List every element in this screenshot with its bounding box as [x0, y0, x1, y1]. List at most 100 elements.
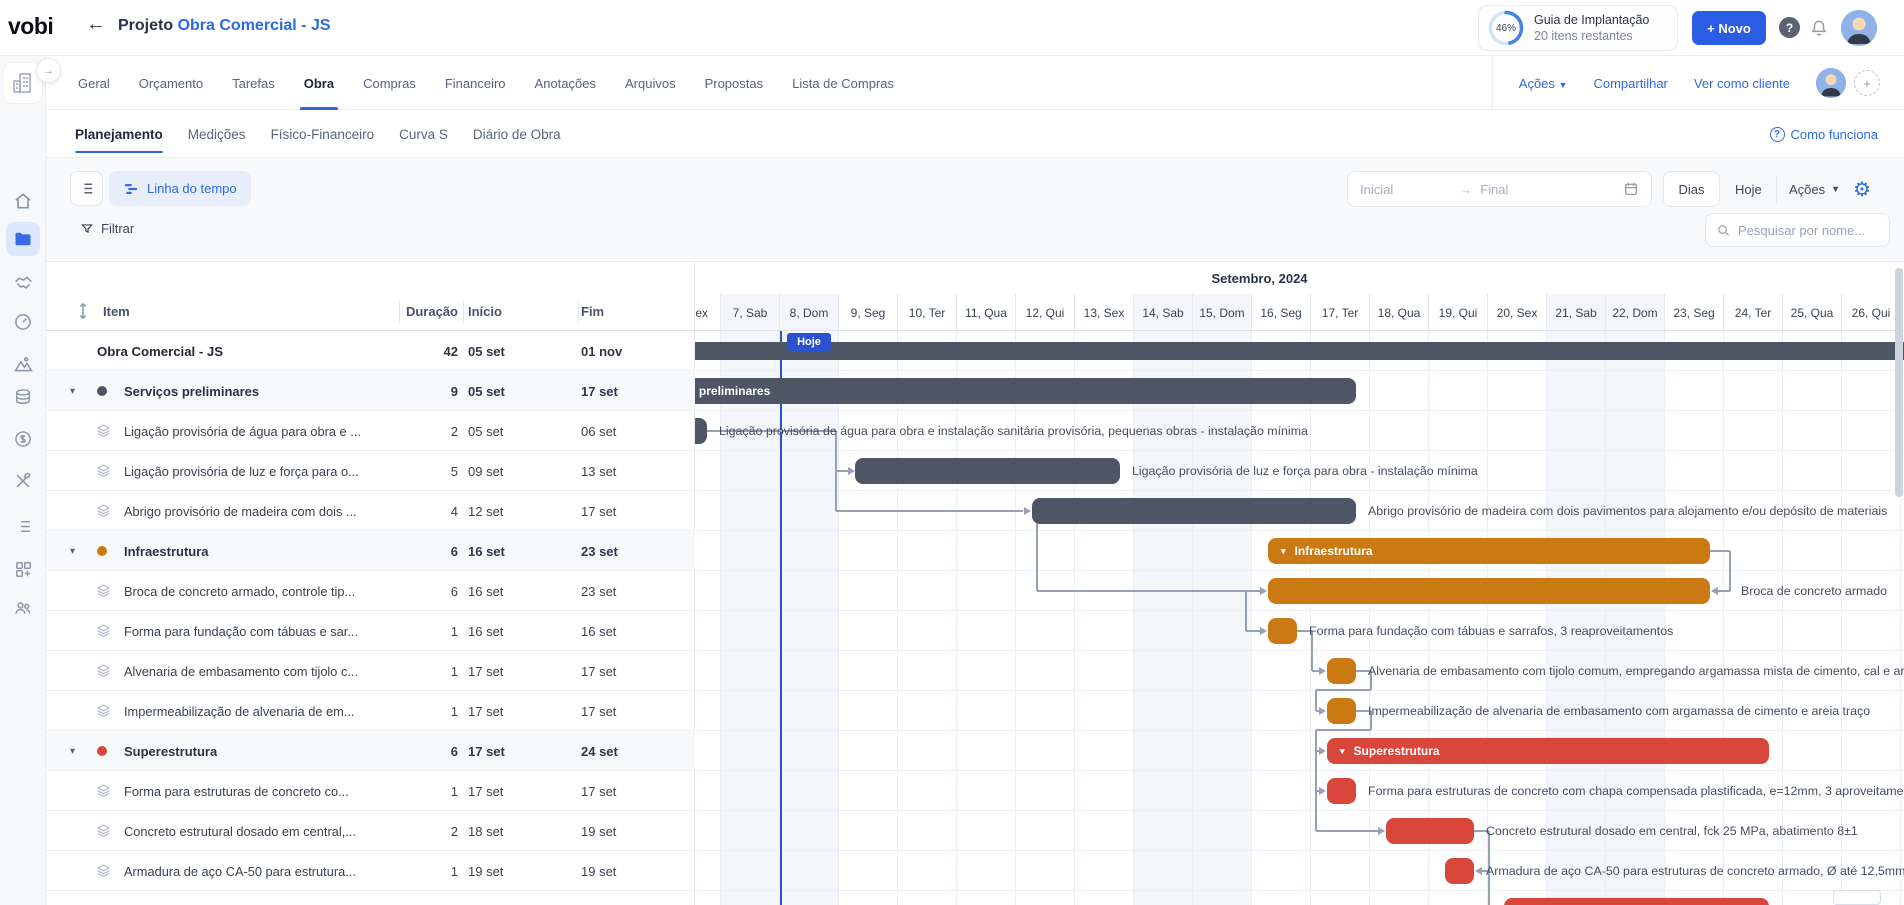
day-column — [957, 331, 1016, 905]
day-column — [1016, 331, 1075, 905]
sidebar-handshake-icon[interactable] — [11, 271, 35, 295]
sidebar-list-icon[interactable] — [11, 514, 35, 538]
task-bar-partial[interactable] — [1504, 898, 1769, 905]
table-row[interactable]: Broca de concreto armado, controle tip..… — [46, 571, 695, 611]
resize-columns-icon[interactable] — [76, 302, 90, 323]
implementation-guide-card[interactable]: 46% Guia de Implantação 20 itens restant… — [1478, 5, 1678, 51]
search-input[interactable]: Pesquisar por nome... — [1705, 213, 1890, 247]
settings-gear-icon[interactable]: ⚙ — [1853, 171, 1871, 207]
tab-geral[interactable]: Geral — [78, 56, 110, 110]
group-bar[interactable]: ▾ Superestrutura — [1327, 738, 1769, 764]
table-row[interactable]: Ligação provisória de água para obra e .… — [46, 411, 695, 451]
help-icon[interactable]: ? — [1779, 17, 1800, 38]
task-bar[interactable] — [695, 418, 707, 444]
tab-compras[interactable]: Compras — [363, 56, 416, 110]
compartilhar-button[interactable]: Compartilhar — [1593, 76, 1667, 91]
project-bar[interactable] — [695, 342, 1904, 360]
dias-zoom-button[interactable]: Dias — [1663, 171, 1720, 207]
dependency-connector — [1729, 551, 1731, 591]
table-row[interactable]: Obra Comercial - JS 42 05 set 01 nov — [46, 331, 695, 371]
project-label: Projeto — [118, 17, 174, 34]
subtab-curva-s[interactable]: Curva S — [399, 110, 448, 158]
hoje-button[interactable]: Hoje — [1731, 171, 1766, 207]
col-fim[interactable]: Fim — [581, 304, 604, 319]
group-bar-label: ▾ Infraestrutura — [1281, 544, 1373, 558]
sidebar-grid-add-icon[interactable] — [11, 557, 35, 581]
tab-propostas[interactable]: Propostas — [705, 56, 764, 110]
list-view-button[interactable] — [70, 171, 103, 206]
tab-arquivos[interactable]: Arquivos — [625, 56, 676, 110]
sidebar-home-icon[interactable] — [11, 189, 35, 213]
sidebar-coins-icon[interactable] — [11, 385, 35, 409]
gantt-vertical-scrollbar[interactable] — [1895, 268, 1903, 497]
col-inicio[interactable]: Início — [468, 304, 502, 319]
date-range-input[interactable]: Inicial → Final — [1347, 171, 1652, 207]
subtab-di-rio-de-obra[interactable]: Diário de Obra — [473, 110, 561, 158]
subtab-f-sico-financeiro[interactable]: Físico-Financeiro — [271, 110, 375, 158]
back-arrow-icon[interactable]: ← — [86, 13, 106, 36]
caret-down-icon[interactable]: ▾ — [70, 371, 75, 411]
tab-financeiro[interactable]: Financeiro — [445, 56, 506, 110]
tab-lista-de-compras[interactable]: Lista de Compras — [792, 56, 894, 110]
table-row[interactable]: Forma para estruturas de concreto co... 1… — [46, 771, 695, 811]
subtab-planejamento[interactable]: Planejamento — [75, 110, 163, 158]
table-row[interactable]: Armadura de aço CA-50 para estrutura... 1… — [46, 851, 695, 891]
task-bar[interactable] — [1327, 778, 1356, 804]
task-bar[interactable] — [1268, 618, 1297, 644]
filtrar-button[interactable]: Filtrar — [80, 221, 134, 236]
project-name[interactable]: Obra Comercial - JS — [178, 17, 331, 34]
task-end-date: 16 set — [581, 623, 617, 639]
add-member-icon[interactable]: + — [1854, 70, 1880, 96]
caret-down-icon[interactable]: ▾ — [70, 731, 75, 771]
task-bar[interactable] — [855, 458, 1120, 484]
novo-button[interactable]: + Novo — [1692, 11, 1766, 45]
caret-down-icon[interactable]: ▾ — [70, 531, 75, 571]
member-avatar[interactable] — [1816, 68, 1846, 98]
table-row[interactable]: Concreto estrutural dosado em central,..… — [46, 811, 695, 851]
task-bar[interactable] — [1032, 498, 1356, 524]
task-duration: 4 — [450, 503, 458, 519]
ver-como-cliente-button[interactable]: Ver como cliente — [1694, 76, 1790, 91]
group-bar[interactable]: ▾ Infraestrutura — [1268, 538, 1710, 564]
task-table-body: Obra Comercial - JS 42 05 set 01 nov ▾ Serviç… — [46, 331, 695, 905]
today-marker-line — [780, 331, 782, 905]
sidebar-finance-dollar-icon[interactable] — [11, 427, 35, 451]
sidebar-team-icon[interactable] — [11, 596, 35, 620]
table-row[interactable]: Ligação provisória de luz e força para o… — [46, 451, 695, 491]
table-row[interactable]: ▾ Serviços preliminares 9 05 set 17 set — [46, 371, 695, 411]
sidebar-gauge-icon[interactable] — [11, 310, 35, 334]
task-duration: 5 — [450, 463, 458, 479]
subtab-medi-es[interactable]: Medições — [188, 110, 246, 158]
table-row[interactable]: ▾ Superestrutura 6 17 set 24 set — [46, 731, 695, 771]
tab-obra[interactable]: Obra — [299, 56, 339, 110]
notifications-bell-icon[interactable] — [1809, 17, 1829, 44]
col-item[interactable]: Item — [103, 304, 130, 319]
table-row[interactable]: Forma para fundação com tábuas e sar... 1… — [46, 611, 695, 651]
col-duracao[interactable]: Duração — [370, 304, 458, 319]
sidebar-projects-folder-icon[interactable] — [6, 222, 40, 256]
table-row[interactable]: Abrigo provisório de madeira com dois ..… — [46, 491, 695, 531]
user-avatar[interactable] — [1841, 10, 1877, 46]
acoes-dropdown[interactable]: Ações ▼ — [1519, 76, 1568, 91]
task-bar[interactable] — [1268, 578, 1710, 604]
tab-or-amento[interactable]: Orçamento — [139, 56, 203, 110]
sidebar-mountain-icon[interactable] — [11, 352, 35, 376]
sidebar-collapse-icon[interactable]: → — [36, 58, 61, 83]
como-funciona-link[interactable]: ? Como funciona — [1769, 110, 1878, 158]
linha-do-tempo-button[interactable]: Linha do tempo — [109, 171, 251, 206]
task-bar[interactable] — [1445, 858, 1474, 884]
table-row[interactable]: Impermeabilização de alvenaria de em... 1… — [46, 691, 695, 731]
table-row[interactable]: Alvenaria de embasamento com tijolo c...… — [46, 651, 695, 691]
task-bar[interactable] — [1386, 818, 1474, 844]
group-bar[interactable]: ▾Serviços preliminares — [695, 378, 1356, 404]
task-bar[interactable] — [1327, 658, 1356, 684]
tab-tarefas[interactable]: Tarefas — [232, 56, 275, 110]
stage-color-dot — [97, 386, 107, 396]
gantt-acoes-dropdown[interactable]: Ações ▼ — [1789, 171, 1840, 207]
table-row[interactable]: ▾ Infraestrutura 6 16 set 23 set — [46, 531, 695, 571]
day-header-12: 12, Qui — [1016, 294, 1075, 331]
task-bar[interactable] — [1327, 698, 1356, 724]
sidebar-tools-icon[interactable] — [11, 469, 35, 493]
today-badge[interactable]: Hoje — [787, 333, 831, 351]
tab-anota-es[interactable]: Anotações — [535, 56, 596, 110]
